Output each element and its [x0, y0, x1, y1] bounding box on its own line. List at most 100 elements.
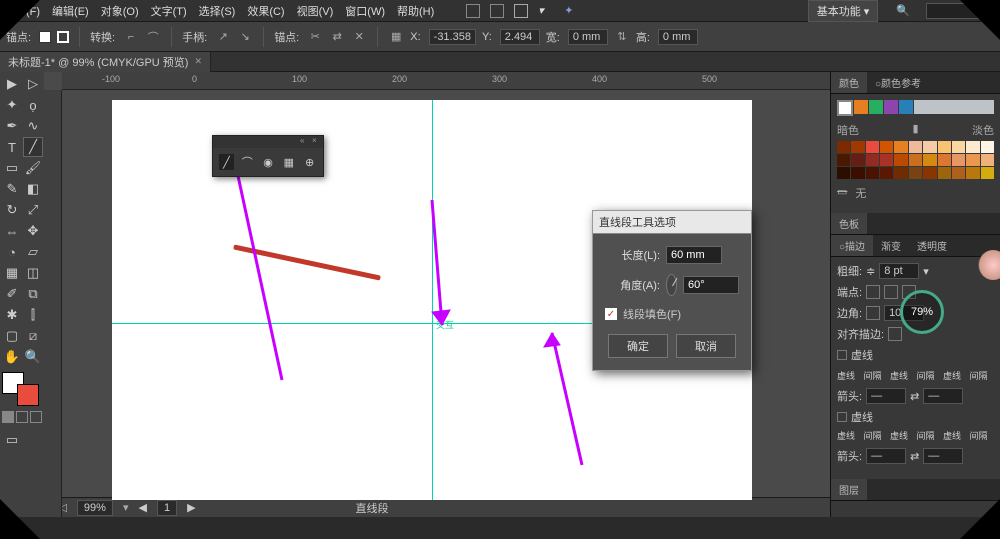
line-segment-icon[interactable]: ╱ — [219, 154, 234, 170]
doc-tab[interactable]: 未标题-1* @ 99% (CMYK/GPU 预览)✕ — [0, 52, 211, 72]
close-tab-icon[interactable]: ✕ — [194, 56, 202, 67]
magic-wand-tool[interactable]: ✦ — [2, 95, 22, 115]
convert-smooth-icon[interactable]: ⌒ — [145, 29, 161, 45]
cap-butt-icon[interactable] — [866, 285, 880, 299]
opacity-tab[interactable]: 透明度 — [909, 235, 955, 256]
direct-select-tool[interactable]: ▷ — [23, 74, 43, 94]
handle-icon[interactable]: ↗ — [215, 29, 231, 45]
arc-icon[interactable]: ⌒ — [240, 154, 255, 170]
mesh-tool[interactable]: ▦ — [2, 263, 22, 283]
shape-builder-tool[interactable]: ◔ — [2, 242, 22, 262]
screen-mode-icon[interactable]: ▭ — [2, 430, 22, 450]
color-palette[interactable] — [837, 141, 994, 179]
type-tool[interactable]: T — [2, 137, 22, 157]
color-tab[interactable]: 颜色 — [831, 72, 867, 93]
search-icon[interactable]: 🔍 — [896, 4, 910, 17]
slice-tool[interactable]: ⧄ — [23, 326, 43, 346]
curvature-tool[interactable]: ∿ — [23, 116, 43, 136]
fill-swatch[interactable] — [39, 31, 51, 43]
dashed-checkbox2[interactable]: 虚线 — [837, 409, 994, 425]
eyedropper-tool[interactable]: ✐ — [2, 284, 22, 304]
layers-tab[interactable]: 图层 — [831, 479, 867, 500]
zoom-field[interactable]: 99% — [77, 500, 113, 516]
swatch-tab[interactable]: 色板 — [831, 213, 867, 234]
lasso-tool[interactable]: ọ — [23, 95, 43, 115]
draw-mode-icons[interactable] — [2, 411, 43, 423]
pencil-tool[interactable]: ✎ — [2, 179, 22, 199]
free-transform-tool[interactable]: ✥ — [23, 221, 43, 241]
zoom-tool[interactable]: 🔍 — [23, 347, 43, 367]
ruler-vertical[interactable] — [44, 90, 62, 517]
ruler-horizontal[interactable]: -1000100200300400500 — [62, 72, 830, 90]
cancel-button[interactable]: 取消 — [676, 334, 736, 358]
symbol-spray-tool[interactable]: ✱ — [2, 305, 22, 325]
color-row[interactable] — [837, 100, 994, 116]
artboard-num[interactable]: 1 — [157, 500, 177, 516]
spiral-icon[interactable]: ◉ — [261, 154, 276, 170]
brush-tool[interactable]: 🖌 — [23, 158, 43, 178]
popup-close-icon[interactable]: × — [312, 136, 320, 144]
line-tool-popup[interactable]: « × ╱ ⌒ ◉ ▦ ⊕ — [212, 135, 324, 177]
line-tool[interactable]: ╱ — [23, 137, 43, 157]
fill-line-checkbox[interactable]: ✓线段填色(F) — [605, 306, 739, 322]
x-field[interactable]: -31.358 — [429, 29, 476, 45]
menu-text[interactable]: 文字(T) — [151, 3, 187, 19]
width-tool[interactable]: ⇔ — [2, 221, 22, 241]
cap-round-icon[interactable] — [884, 285, 898, 299]
nav-next-icon[interactable]: ▶ — [187, 501, 195, 514]
connect-anchor-icon[interactable]: ⇄ — [329, 29, 345, 45]
arrow-end-field[interactable]: — — [923, 388, 963, 404]
menu-object[interactable]: 对象(O) — [101, 3, 139, 19]
y-field[interactable]: 2.494 — [500, 29, 540, 45]
link-wh-icon[interactable]: ⇅ — [614, 29, 630, 45]
remove-anchor-icon[interactable]: ✂ — [307, 29, 323, 45]
stroke-tab[interactable]: ○描边 — [831, 235, 873, 256]
cut-path-icon[interactable]: ✕ — [351, 29, 367, 45]
graph-tool[interactable]: ⫿ — [23, 305, 43, 325]
length-input[interactable] — [666, 246, 722, 264]
corner-icon[interactable] — [866, 306, 880, 320]
menu-help[interactable]: 帮助(H) — [397, 3, 434, 19]
weight-stepper-icon[interactable]: ≑ — [866, 265, 875, 278]
menu-view[interactable]: 视图(V) — [297, 3, 334, 19]
menu-window[interactable]: 窗口(W) — [345, 3, 385, 19]
artboard[interactable]: 交互 «× ╱ ⌒ ◉ ▦ ⊕ 直线段工具选项 — [112, 100, 752, 500]
polar-grid-icon[interactable]: ⊕ — [302, 154, 317, 170]
hand-tool[interactable]: ✋ — [2, 347, 22, 367]
align-stroke-icon[interactable] — [888, 327, 902, 341]
menu-effect[interactable]: 效果(C) — [247, 3, 284, 19]
ok-button[interactable]: 确定 — [608, 334, 668, 358]
w-field[interactable]: 0 mm — [568, 29, 608, 45]
popup-collapse-icon[interactable]: « — [300, 136, 308, 144]
eraser-tool[interactable]: ◧ — [23, 179, 43, 199]
angle-input[interactable] — [683, 276, 739, 294]
doc-mode-icons[interactable]: ▾ — [466, 4, 552, 18]
convert-corner-icon[interactable]: ⌐ — [123, 29, 139, 45]
canvas[interactable]: 交互 «× ╱ ⌒ ◉ ▦ ⊕ 直线段工具选项 — [62, 90, 830, 497]
color-swatch[interactable] — [2, 372, 43, 406]
weight-field[interactable]: 8 pt — [879, 263, 919, 279]
ref-point-icon[interactable]: ▦ — [388, 29, 404, 45]
perspective-tool[interactable]: ▱ — [23, 242, 43, 262]
dialog-title[interactable]: 直线段工具选项 — [593, 211, 751, 234]
selection-tool[interactable]: ▶ — [2, 74, 22, 94]
rotate-tool[interactable]: ↻ — [2, 200, 22, 220]
nav-prev-icon[interactable]: ◀ — [138, 501, 146, 514]
dashed-checkbox[interactable]: 虚线 — [837, 347, 994, 363]
gradient-tool[interactable]: ◫ — [23, 263, 43, 283]
angle-dial[interactable] — [666, 274, 677, 296]
scale-tool[interactable]: ⤢ — [23, 200, 43, 220]
arrow-start-field[interactable]: — — [866, 388, 906, 404]
handle-icon2[interactable]: ↘ — [237, 29, 253, 45]
rect-tool[interactable]: ▭ — [2, 158, 22, 178]
workspace-switcher[interactable]: 基本功能 ▾ — [808, 0, 879, 22]
menu-select[interactable]: 选择(S) — [199, 3, 236, 19]
pen-tool[interactable]: ✒ — [2, 116, 22, 136]
cloud-icon[interactable]: ✦ — [564, 4, 573, 17]
rect-grid-icon[interactable]: ▦ — [281, 154, 296, 170]
stroke-swatch[interactable] — [57, 31, 69, 43]
h-field[interactable]: 0 mm — [658, 29, 698, 45]
blend-tool[interactable]: ⧉ — [23, 284, 43, 304]
gradient-tab[interactable]: 渐变 — [873, 235, 909, 256]
color-guide-tab[interactable]: ○颜色参考 — [867, 72, 929, 93]
